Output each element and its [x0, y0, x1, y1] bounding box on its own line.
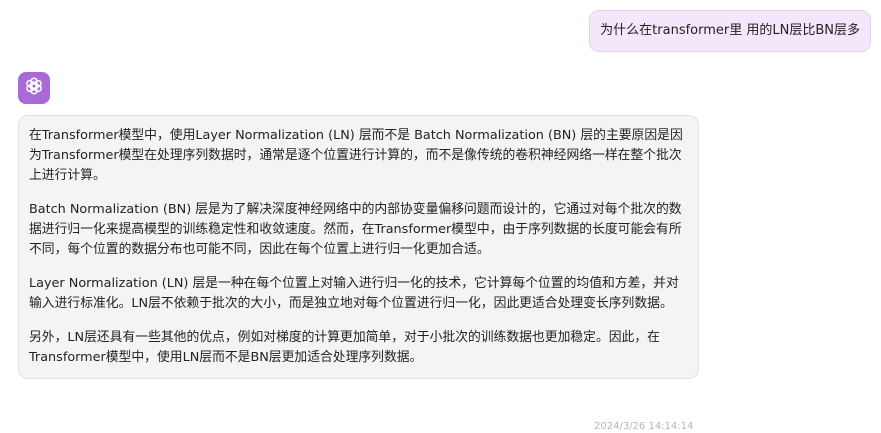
assistant-paragraph: 在Transformer模型中，使用Layer Normalization (L…	[29, 128, 683, 183]
assistant-paragraph: Layer Normalization (LN) 层是一种在每个位置上对输入进行…	[29, 276, 679, 311]
assistant-avatar	[18, 72, 50, 104]
openai-logo-icon	[23, 75, 45, 101]
assistant-message-bubble: 在Transformer模型中，使用Layer Normalization (L…	[18, 115, 699, 379]
assistant-paragraph: Batch Normalization (BN) 层是为了解决深度神经网络中的内…	[29, 202, 682, 257]
message-timestamp: 2024/3/26 14:14:14	[594, 421, 694, 432]
assistant-paragraph: 另外，LN层还具有一些其他的优点，例如对梯度的计算更加简单，对于小批次的训练数据…	[29, 330, 660, 365]
user-message-text: 为什么在transformer里 用的LN层比BN层多	[600, 23, 860, 38]
chat-area: 为什么在transformer里 用的LN层比BN层多 在Transformer…	[0, 0, 881, 432]
user-message-bubble: 为什么在transformer里 用的LN层比BN层多	[589, 10, 871, 52]
